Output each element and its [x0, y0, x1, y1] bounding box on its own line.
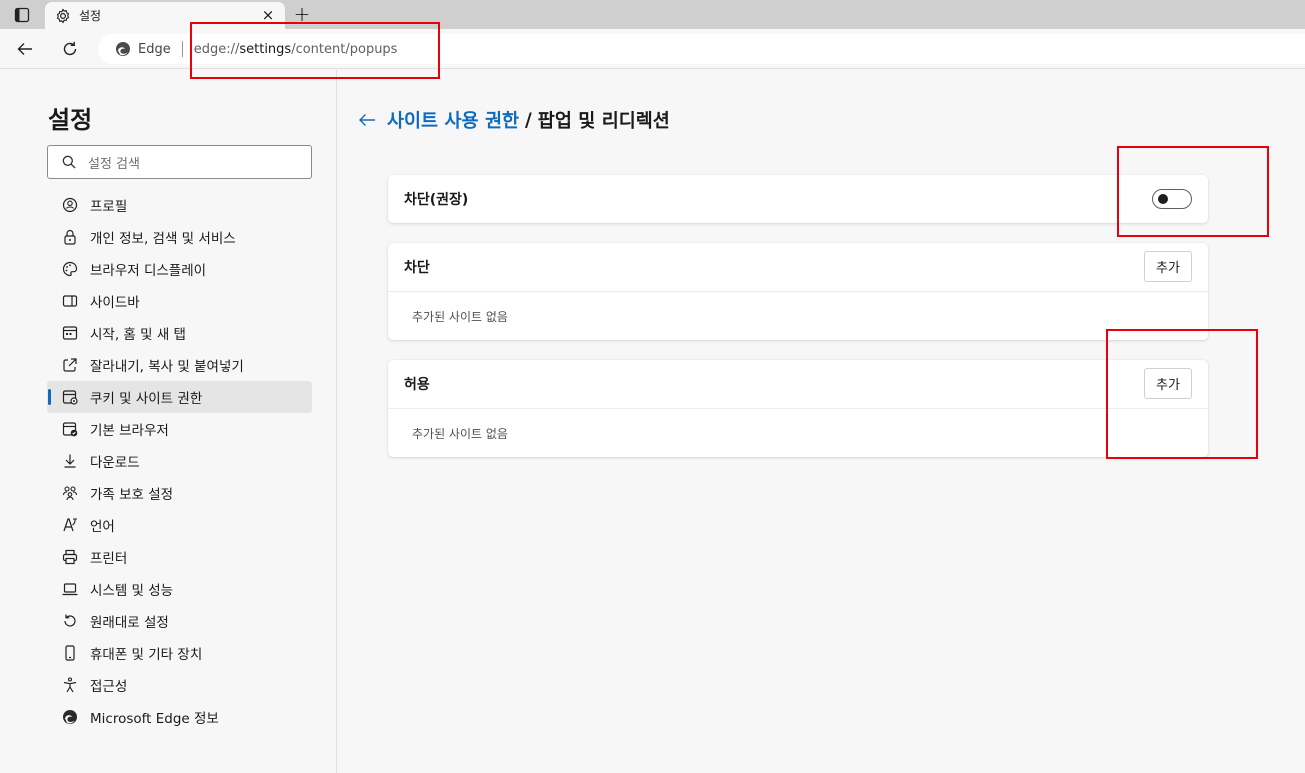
- sidebar-item-label: 원래대로 설정: [90, 615, 169, 631]
- sidebar-item[interactable]: 시작, 홈 및 새 탭: [47, 317, 312, 349]
- share-icon: [61, 356, 79, 374]
- add-button-highlight-box: [1106, 329, 1258, 459]
- lock-icon: [61, 228, 79, 246]
- sidebar-item[interactable]: 브라우저 디스플레이: [47, 253, 312, 285]
- allow-empty-text: 추가된 사이트 없음: [388, 408, 1208, 457]
- sidebar-item[interactable]: Microsoft Edge 정보: [47, 701, 312, 733]
- breadcrumb: 사이트 사용 권한 / 팝업 및 리디렉션: [356, 108, 670, 132]
- sidebar-item-label: 프로필: [90, 199, 128, 215]
- search-placeholder: 설정 검색: [88, 156, 140, 172]
- reset-icon: [61, 612, 79, 630]
- reload-icon: [63, 41, 77, 56]
- reload-button[interactable]: [56, 35, 84, 63]
- sidebar-title: 설정: [48, 106, 93, 134]
- block-recommended-row: 차단(권장): [388, 175, 1208, 223]
- sidebar-item[interactable]: 언어: [47, 509, 312, 541]
- block-empty-text: 추가된 사이트 없음: [388, 291, 1208, 340]
- block-list-card: 차단 추가 추가된 사이트 없음: [388, 243, 1208, 340]
- sidebar-item[interactable]: 휴대폰 및 기타 장치: [47, 637, 312, 669]
- sidebar-item-label: 프린터: [90, 551, 128, 567]
- sidebar-icon: [61, 292, 79, 310]
- sidebar-item[interactable]: 시스템 및 성능: [47, 573, 312, 605]
- edge-logo-icon: [116, 42, 130, 56]
- back-button[interactable]: [11, 35, 39, 63]
- profile-icon: [61, 196, 79, 214]
- settings-sidebar: 설정 설정 검색 프로필개인 정보, 검색 및 서비스브라우저 디스플레이사이드…: [0, 70, 337, 773]
- search-icon: [62, 155, 76, 169]
- accessibility-icon: [61, 676, 79, 694]
- gear-icon: [56, 7, 70, 24]
- tab-actions-button[interactable]: [8, 4, 36, 26]
- sidebar-item[interactable]: 개인 정보, 검색 및 서비스: [47, 221, 312, 253]
- block-add-button[interactable]: 추가: [1144, 251, 1192, 282]
- sidebar-item-label: 언어: [90, 519, 115, 535]
- sidebar-item[interactable]: 기본 브라우저: [47, 413, 312, 445]
- home-tab-icon: [61, 324, 79, 342]
- block-recommended-card: 차단(권장): [388, 175, 1208, 223]
- sidebar-item-label: Microsoft Edge 정보: [90, 711, 219, 727]
- block-list-title: 차단: [404, 260, 430, 276]
- sidebar-item[interactable]: 접근성: [47, 669, 312, 701]
- sidebar-item-label: 가족 보호 설정: [90, 487, 174, 503]
- phone-icon: [61, 644, 79, 662]
- site-info-label: Edge: [138, 41, 171, 57]
- settings-search-input[interactable]: 설정 검색: [47, 145, 312, 179]
- sidebar-item-label: 시작, 홈 및 새 탭: [90, 327, 186, 343]
- sidebar-item-label: 다운로드: [90, 455, 140, 471]
- sidebar-item[interactable]: 다운로드: [47, 445, 312, 477]
- sidebar-item-label: 브라우저 디스플레이: [90, 263, 207, 279]
- sidebar-item-label: 시스템 및 성능: [90, 583, 174, 599]
- tab-title: 설정: [79, 9, 102, 23]
- sidebar-item[interactable]: 프린터: [47, 541, 312, 573]
- sidebar-item-label: 사이드바: [90, 295, 140, 311]
- laptop-icon: [61, 580, 79, 598]
- page-title: 팝업 및 리디렉션: [537, 111, 670, 132]
- block-list-header: 차단 추가: [388, 243, 1208, 291]
- cookie-permissions-icon: [61, 388, 79, 406]
- allow-list-header: 허용 추가: [388, 360, 1208, 408]
- default-browser-icon: [61, 420, 79, 438]
- sidebar-item[interactable]: 가족 보호 설정: [47, 477, 312, 509]
- back-arrow-icon: [359, 114, 375, 126]
- palette-icon: [61, 260, 79, 278]
- family-icon: [61, 484, 79, 502]
- allow-list-title: 허용: [404, 377, 430, 393]
- back-arrow-icon: [17, 43, 32, 55]
- toggle-highlight-box: [1117, 146, 1269, 237]
- sidebar-item-label: 접근성: [90, 679, 128, 695]
- sidebar-item-label: 휴대폰 및 기타 장치: [90, 647, 203, 663]
- settings-menu: 프로필개인 정보, 검색 및 서비스브라우저 디스플레이사이드바시작, 홈 및 …: [47, 189, 312, 733]
- sidebar-item-label: 개인 정보, 검색 및 서비스: [90, 231, 236, 247]
- sidebar-item[interactable]: 쿠키 및 사이트 권한: [47, 381, 312, 413]
- site-info-chip[interactable]: Edge: [115, 41, 171, 57]
- block-recommended-label: 차단(권장): [404, 192, 469, 208]
- download-icon: [61, 452, 79, 470]
- sidebar-item[interactable]: 사이드바: [47, 285, 312, 317]
- sidebar-item-label: 쿠키 및 사이트 권한: [90, 391, 203, 407]
- address-divider: [181, 41, 183, 57]
- sidebar-item-label: 잘라내기, 복사 및 붙여넣기: [90, 359, 244, 375]
- sidebar-item[interactable]: 원래대로 설정: [47, 605, 312, 637]
- breadcrumb-separator: /: [525, 109, 532, 131]
- tab-actions-icon: [14, 7, 30, 23]
- url-highlight-box: [190, 22, 440, 79]
- sidebar-item[interactable]: 프로필: [47, 189, 312, 221]
- breadcrumb-back-button[interactable]: [356, 109, 378, 131]
- allow-list-card: 허용 추가 추가된 사이트 없음: [388, 360, 1208, 457]
- edge-logo-icon: [61, 708, 79, 726]
- sidebar-item[interactable]: 잘라내기, 복사 및 붙여넣기: [47, 349, 312, 381]
- sidebar-item-label: 기본 브라우저: [90, 423, 169, 439]
- printer-icon: [61, 548, 79, 566]
- language-icon: [61, 516, 79, 534]
- breadcrumb-parent-link[interactable]: 사이트 사용 권한: [387, 107, 519, 133]
